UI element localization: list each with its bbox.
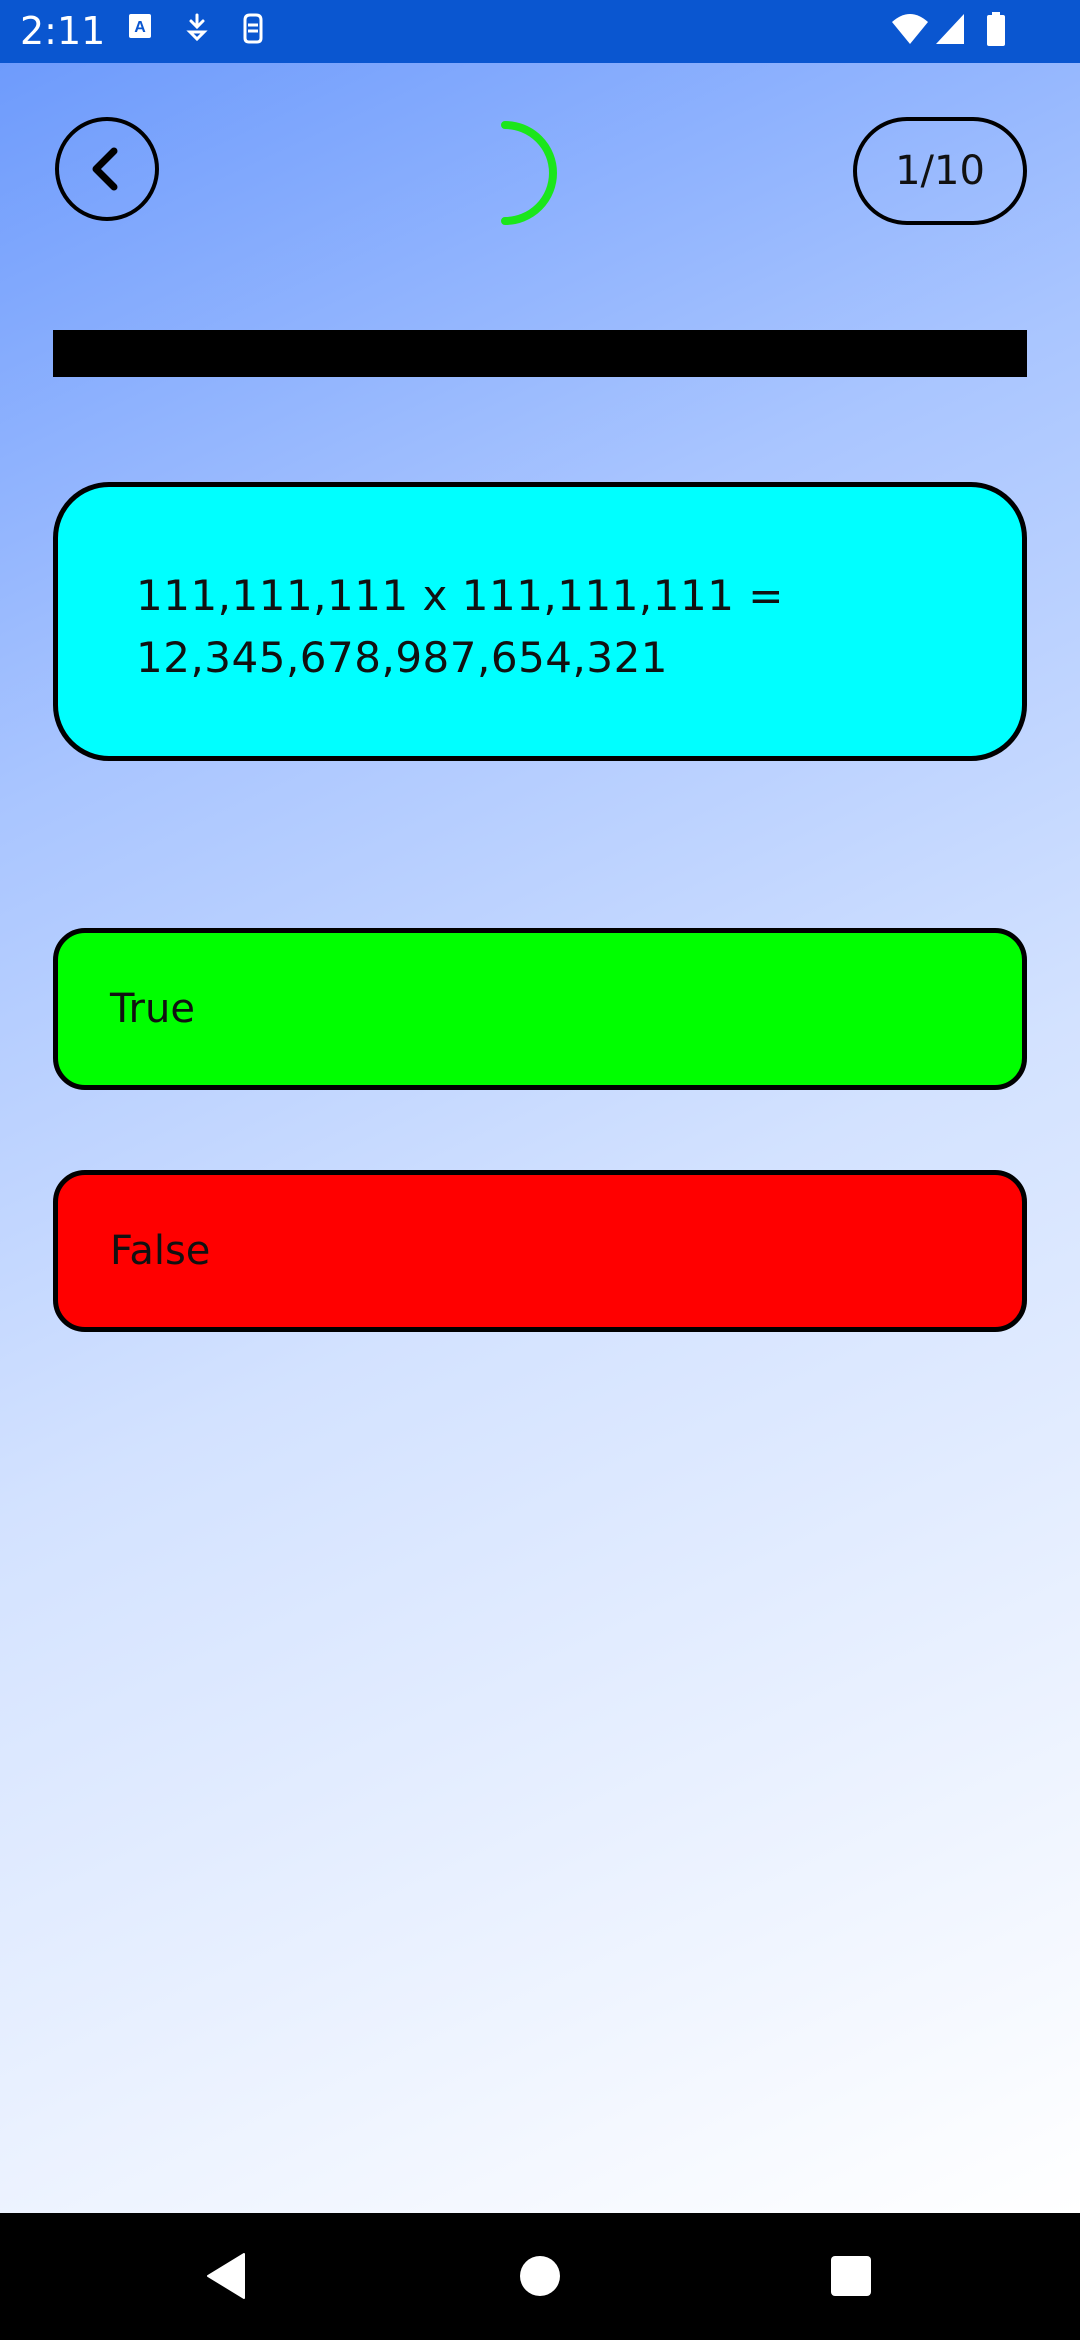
back-triangle-icon[interactable] [204,2251,248,2306]
battery-icon [986,12,1006,51]
status-time: 2:11 [20,9,106,53]
timer-spinner [490,115,590,240]
question-text: 111,111,111 x 111,111,111 = 12,345,678,9… [136,565,856,689]
wifi-icon [890,12,930,51]
progress-fill [53,330,1027,377]
svg-text:A: A [134,19,146,36]
answer-true-button[interactable]: True [53,928,1027,1090]
answer-false-label: False [110,1228,211,1274]
download-icon [186,12,208,47]
progress-bar [53,330,1027,377]
chevron-left-icon [92,147,118,191]
sim-icon [240,12,266,49]
signal-icon [934,12,966,51]
answer-true-label: True [110,986,195,1032]
text-notification-icon: A [128,12,152,45]
home-circle-icon[interactable] [519,2251,561,2304]
question-card: 111,111,111 x 111,111,111 = 12,345,678,9… [53,482,1027,761]
status-bar: 2:11 A [0,0,1080,63]
system-nav-bar [0,2213,1080,2340]
quiz-screen: 1/10 111,111,111 x 111,111,111 = 12,345,… [0,63,1080,2213]
answer-false-button[interactable]: False [53,1170,1027,1332]
question-counter: 1/10 [853,117,1027,225]
back-button[interactable] [55,117,159,221]
recents-square-icon[interactable] [830,2251,872,2304]
question-line-2: 12,345,678,987,654,321 [136,633,669,682]
question-line-1: 111,111,111 x 111,111,111 = [136,571,784,620]
